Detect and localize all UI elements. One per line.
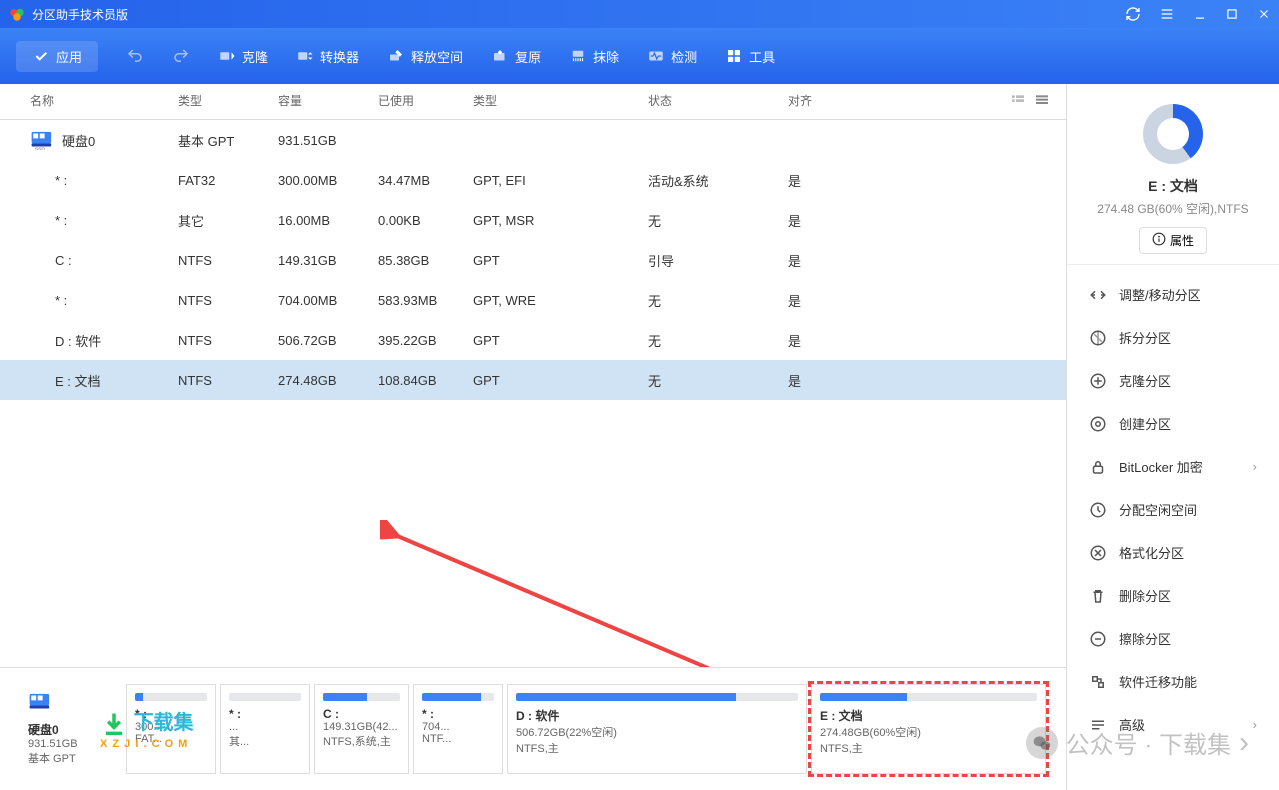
toolbar-free-space[interactable]: 释放空间 bbox=[387, 47, 463, 66]
col-capacity[interactable]: 容量 bbox=[270, 92, 370, 111]
disk-map-block[interactable]: * : 704... NTF... bbox=[413, 684, 503, 774]
properties-button[interactable]: 属性 bbox=[1139, 227, 1207, 254]
col-used[interactable]: 已使用 bbox=[370, 92, 465, 111]
ssd-icon: SSD bbox=[30, 130, 56, 150]
info-icon bbox=[1152, 232, 1166, 249]
app-title: 分区助手技术员版 bbox=[32, 6, 1125, 23]
disk-row[interactable]: SSD 硬盘0 基本 GPT 931.51GB bbox=[0, 120, 1066, 160]
toolbar-restore[interactable]: 复原 bbox=[491, 47, 541, 66]
tools-icon bbox=[725, 47, 743, 65]
check-pulse-icon bbox=[647, 47, 665, 65]
col-align[interactable]: 对齐 bbox=[780, 92, 870, 111]
list-view-icon[interactable] bbox=[1010, 92, 1026, 111]
selected-partition-name: E : 文档 bbox=[1083, 176, 1263, 196]
svg-text:SSD: SSD bbox=[35, 147, 45, 150]
operation-item[interactable]: 拆分分区 bbox=[1067, 316, 1279, 359]
disk-map-block[interactable]: * : ... 其... bbox=[220, 684, 310, 774]
disk-map-info[interactable]: 硬盘0 931.51GB 基本 GPT bbox=[20, 684, 120, 774]
chevron-right-icon: › bbox=[1253, 459, 1257, 474]
partition-row[interactable]: * : FAT32 300.00MB 34.47MB GPT, EFI 活动&系… bbox=[0, 160, 1066, 200]
op-icon bbox=[1089, 630, 1107, 648]
toolbar-converter[interactable]: 转换器 bbox=[296, 47, 359, 66]
op-icon bbox=[1089, 673, 1107, 691]
partition-table-body: SSD 硬盘0 基本 GPT 931.51GB * : FAT32 300.00… bbox=[0, 120, 1066, 667]
op-icon bbox=[1089, 286, 1107, 304]
toolbar-tools[interactable]: 工具 bbox=[725, 47, 775, 66]
operation-item[interactable]: 调整/移动分区 bbox=[1067, 273, 1279, 316]
operation-item[interactable]: 高级› bbox=[1067, 703, 1279, 746]
title-bar: 分区助手技术员版 bbox=[0, 0, 1279, 28]
redo-button[interactable] bbox=[172, 47, 190, 65]
check-icon bbox=[32, 47, 50, 65]
ssd-icon bbox=[28, 692, 54, 712]
op-icon bbox=[1089, 458, 1107, 476]
converter-icon bbox=[296, 47, 314, 65]
minimize-icon[interactable] bbox=[1193, 7, 1207, 21]
chevron-right-icon: › bbox=[1253, 717, 1257, 732]
operation-item[interactable]: BitLocker 加密› bbox=[1067, 445, 1279, 488]
maximize-icon[interactable] bbox=[1225, 7, 1239, 21]
disk-map-block[interactable]: C : 149.31GB(42... NTFS,系统,主 bbox=[314, 684, 409, 774]
toolbar: 应用 克隆 转换器 释放空间 复原 抹除 检测 工具 bbox=[0, 28, 1279, 84]
op-icon bbox=[1089, 329, 1107, 347]
menu-icon[interactable] bbox=[1159, 6, 1175, 22]
col-type1[interactable]: 类型 bbox=[170, 92, 270, 111]
right-panel: E : 文档 274.48 GB(60% 空闲),NTFS 属性 调整/移动分区… bbox=[1067, 84, 1279, 790]
op-icon bbox=[1089, 716, 1107, 734]
partition-row[interactable]: C : NTFS 149.31GB 85.38GB GPT 引导 是 bbox=[0, 240, 1066, 280]
partition-row[interactable]: D : 软件 NTFS 506.72GB 395.22GB GPT 无 是 bbox=[0, 320, 1066, 360]
op-icon bbox=[1089, 415, 1107, 433]
operation-item[interactable]: 格式化分区 bbox=[1067, 531, 1279, 574]
partition-row[interactable]: * : 其它 16.00MB 0.00KB GPT, MSR 无 是 bbox=[0, 200, 1066, 240]
operation-item[interactable]: 软件迁移功能 bbox=[1067, 660, 1279, 703]
op-icon bbox=[1089, 501, 1107, 519]
undo-button[interactable] bbox=[126, 47, 144, 65]
op-icon bbox=[1089, 372, 1107, 390]
app-logo-icon bbox=[8, 5, 26, 23]
free-space-icon bbox=[387, 47, 405, 65]
toolbar-check[interactable]: 检测 bbox=[647, 47, 697, 66]
usage-pie-icon bbox=[1143, 104, 1203, 164]
disk-map-block[interactable]: E : 文档 274.48GB(60%空闲) NTFS,主 bbox=[811, 684, 1046, 774]
restore-icon bbox=[491, 47, 509, 65]
toolbar-clone[interactable]: 克隆 bbox=[218, 47, 268, 66]
wipe-icon bbox=[569, 47, 587, 65]
col-type2[interactable]: 类型 bbox=[465, 92, 640, 111]
operation-item[interactable]: 克隆分区 bbox=[1067, 359, 1279, 402]
operation-item[interactable]: 删除分区 bbox=[1067, 574, 1279, 617]
disk-map-block[interactable]: D : 软件 506.72GB(22%空闲) NTFS,主 bbox=[507, 684, 807, 774]
operation-item[interactable]: 擦除分区 bbox=[1067, 617, 1279, 660]
refresh-icon[interactable] bbox=[1125, 6, 1141, 22]
operation-item[interactable]: 创建分区 bbox=[1067, 402, 1279, 445]
op-icon bbox=[1089, 544, 1107, 562]
close-icon[interactable] bbox=[1257, 7, 1271, 21]
toolbar-wipe[interactable]: 抹除 bbox=[569, 47, 619, 66]
partition-row[interactable]: * : NTFS 704.00MB 583.93MB GPT, WRE 无 是 bbox=[0, 280, 1066, 320]
partition-row[interactable]: E : 文档 NTFS 274.48GB 108.84GB GPT 无 是 bbox=[0, 360, 1066, 400]
annotation-arrow bbox=[380, 520, 840, 667]
apply-button[interactable]: 应用 bbox=[16, 41, 98, 72]
col-status[interactable]: 状态 bbox=[640, 92, 780, 111]
col-name[interactable]: 名称 bbox=[0, 92, 170, 111]
clone-icon bbox=[218, 47, 236, 65]
selected-partition-info: 274.48 GB(60% 空闲),NTFS bbox=[1083, 200, 1263, 217]
disk-map: 硬盘0 931.51GB 基本 GPT * : 300... FAT... * … bbox=[0, 667, 1066, 790]
compact-view-icon[interactable] bbox=[1034, 92, 1050, 111]
disk-map-block[interactable]: * : 300... FAT... bbox=[126, 684, 216, 774]
operation-item[interactable]: 分配空闲空间 bbox=[1067, 488, 1279, 531]
op-icon bbox=[1089, 587, 1107, 605]
table-header: 名称 类型 容量 已使用 类型 状态 对齐 bbox=[0, 84, 1066, 120]
apply-label: 应用 bbox=[56, 47, 82, 66]
